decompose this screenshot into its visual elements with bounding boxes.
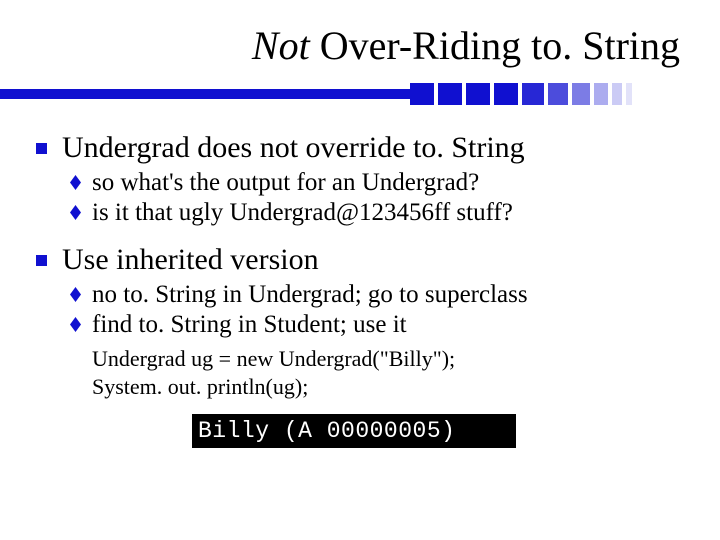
stripe-box [494,83,518,105]
stripe-bar [0,89,410,99]
bullet-main: Undergrad does not override to. String [62,131,680,165]
stripe-boxes [410,83,632,105]
stripe-box [548,83,568,105]
stripe-box [522,83,544,105]
stripe-box [594,83,608,105]
bullet-sub: find to. String in Student; use it [92,311,680,339]
stripe-box [410,83,434,105]
stripe-box [466,83,490,105]
title-rest: Over-Riding to. String [310,23,680,68]
bullet-sub: is it that ugly Undergrad@123456ff stuff… [92,199,680,227]
bullet-sub: no to. String in Undergrad; go to superc… [92,281,680,309]
stripe-box [626,83,632,105]
title-italic: Not [252,23,310,68]
bullet-sub: so what's the output for an Undergrad? [92,169,680,197]
slide-title: Not Over-Riding to. String [0,0,720,77]
slide-content: Undergrad does not override to. String s… [0,105,720,448]
stripe-box [572,83,590,105]
code-block: Undergrad ug = new Undergrad("Billy"); S… [92,345,680,400]
decorative-stripe [0,83,720,105]
stripe-box [438,83,462,105]
bullet-main: Use inherited version [62,243,680,277]
code-line: Undergrad ug = new Undergrad("Billy"); [92,345,680,373]
code-line: System. out. println(ug); [92,373,680,401]
stripe-box [612,83,622,105]
console-output: Billy (A 00000005) [192,414,516,448]
